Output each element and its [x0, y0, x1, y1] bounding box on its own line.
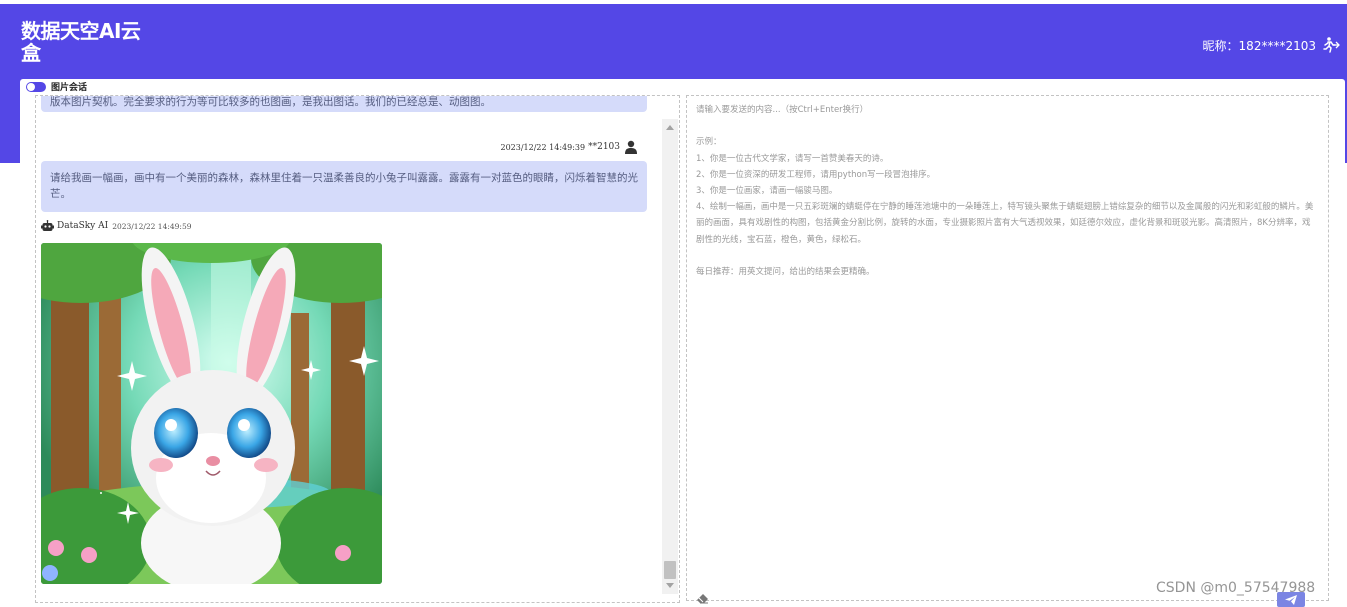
csdn-watermark: CSDN @m0_57547988 — [1156, 580, 1316, 596]
user-name: **2103 — [588, 142, 620, 152]
ai-message-time: 2023/12/22 14:49:59 — [112, 221, 192, 231]
robot-icon — [41, 220, 54, 231]
generated-image[interactable] — [41, 243, 382, 584]
image-chat-toggle-row: 图片会话 — [26, 80, 87, 93]
ai-message-meta: DataSky AI 2023/12/22 14:49:59 — [41, 220, 191, 232]
main-card: 图片会话 版本图片契机。完全要求的行为等可比较多的也图画，是我出图话。我们的已经… — [20, 79, 1345, 607]
bunny-illustration — [41, 243, 382, 584]
scroll-thumb[interactable] — [664, 561, 676, 579]
chat-history-panel: 版本图片契机。完全要求的行为等可比较多的也图画，是我出图话。我们的已经总是、动图… — [35, 95, 680, 603]
previous-message-bubble: 版本图片契机。完全要求的行为等可比较多的也图画，是我出图话。我们的已经总是、动图… — [41, 96, 647, 112]
scroll-up-icon[interactable] — [666, 125, 674, 130]
chat-scrollbar[interactable] — [662, 119, 678, 594]
user-message-bubble: 请给我画一幅画，画中有一个美丽的森林，森林里住着一只温柔善良的小兔子叫露露。露露… — [41, 161, 647, 212]
scroll-down-icon[interactable] — [666, 583, 674, 588]
switch-knob — [27, 82, 35, 91]
logout-icon[interactable] — [1322, 36, 1340, 54]
paper-plane-icon — [1285, 595, 1297, 605]
ai-name: DataSky AI — [57, 221, 109, 231]
eraser-icon[interactable] — [696, 592, 710, 604]
user-info: 昵称：182****2103 — [1203, 36, 1340, 54]
nickname-label: 昵称：182****2103 — [1202, 38, 1316, 53]
user-message-meta: 2023/12/22 14:49:39 **2103 — [501, 140, 639, 154]
image-chat-switch[interactable] — [26, 81, 46, 92]
user-message-time: 2023/12/22 14:49:39 — [500, 142, 586, 152]
message-input-placeholder: 请输入要发送的内容...（按Ctrl+Enter换行） 示例： 1、你是一位古代… — [696, 105, 1314, 278]
message-input-area[interactable]: 请输入要发送的内容...（按Ctrl+Enter换行） 示例： 1、你是一位古代… — [686, 95, 1329, 604]
brand-title: 数据天空AI云盒 — [21, 19, 141, 65]
user-avatar-icon — [625, 140, 637, 154]
previous-message-text: 版本图片契机。完全要求的行为等可比较多的也图画，是我出图话。我们的已经总是、动图… — [50, 96, 491, 108]
chat-scroll-area[interactable]: 版本图片契机。完全要求的行为等可比较多的也图画，是我出图话。我们的已经总是、动图… — [36, 96, 662, 602]
user-message-text: 请给我画一幅画，画中有一个美丽的森林，森林里住着一只温柔善良的小兔子叫露露。露露… — [50, 172, 638, 200]
image-chat-label: 图片会话 — [51, 83, 88, 93]
